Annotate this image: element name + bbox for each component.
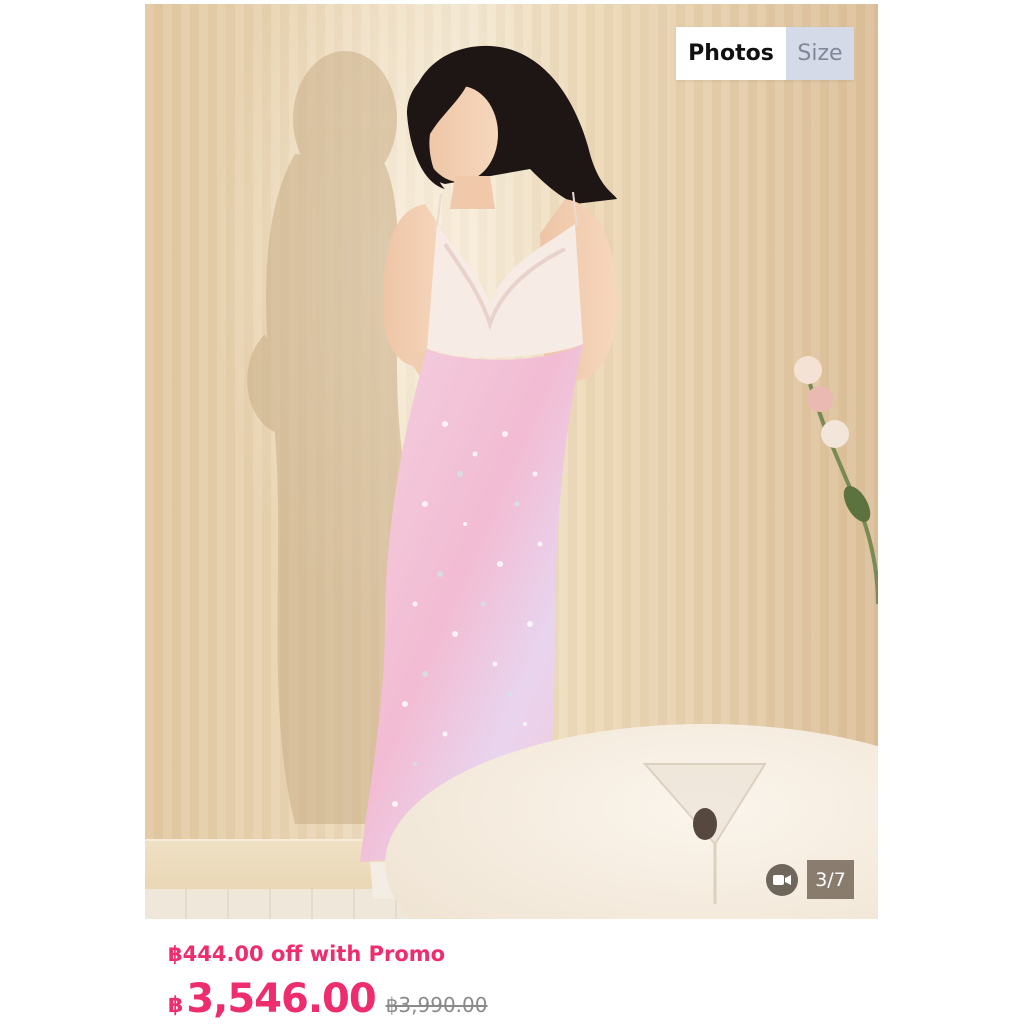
photo-illustration xyxy=(247,45,878,919)
video-button[interactable] xyxy=(766,864,798,896)
currency-symbol: ฿ xyxy=(168,993,184,1018)
photo-counter: 3/7 xyxy=(807,860,854,899)
price-row: ฿ 3,546.00 ฿3,990.00 xyxy=(168,976,488,1024)
product-page: Photos Size 3/7 ฿444.00 off with Promo ฿… xyxy=(0,0,1024,1024)
current-price: 3,546.00 xyxy=(186,976,376,1022)
promo-discount-text: ฿444.00 off with Promo xyxy=(168,942,446,966)
gallery-tab-toggle: Photos Size xyxy=(676,27,854,80)
flowers xyxy=(794,356,878,605)
tab-size[interactable]: Size xyxy=(786,27,854,80)
video-camera-icon xyxy=(773,875,791,885)
original-price: ฿3,990.00 xyxy=(385,993,488,1017)
product-photo[interactable]: Photos Size 3/7 xyxy=(145,4,878,919)
tab-photos[interactable]: Photos xyxy=(676,27,786,80)
